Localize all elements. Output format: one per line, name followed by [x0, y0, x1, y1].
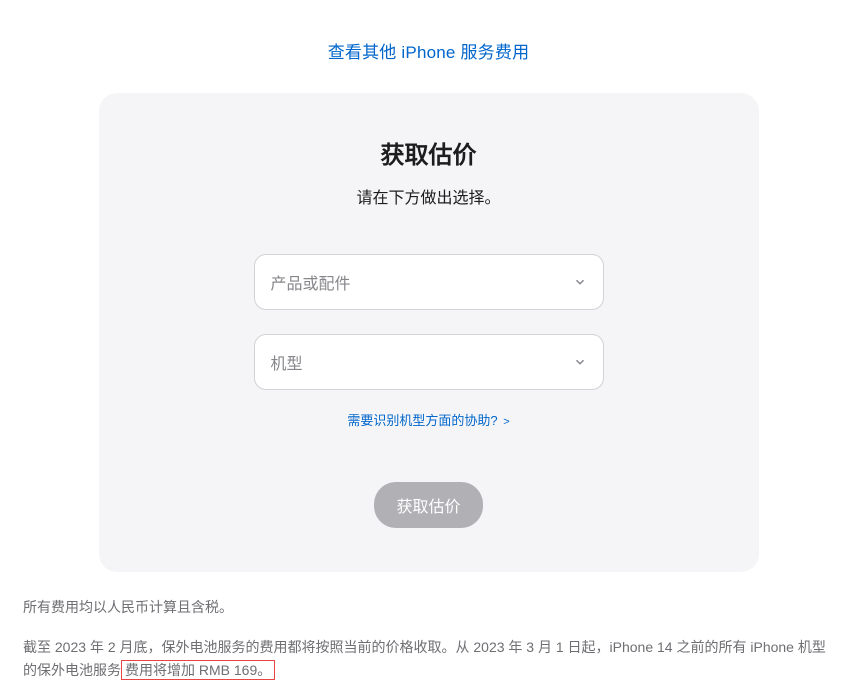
help-link-container: 需要识别机型方面的协助? > — [129, 410, 729, 430]
model-select[interactable]: 机型 — [254, 334, 604, 390]
estimate-card: 获取估价 请在下方做出选择。 产品或配件 机型 需要识别机型方面的协助? > — [99, 93, 759, 572]
model-select-placeholder: 机型 — [271, 350, 303, 374]
product-select-placeholder: 产品或配件 — [271, 270, 351, 294]
footer-note-price-change: 截至 2023 年 2 月底，保外电池服务的费用都将按照当前的价格收取。从 20… — [23, 636, 834, 681]
get-estimate-button[interactable]: 获取估价 — [374, 482, 482, 528]
card-title: 获取估价 — [129, 135, 729, 170]
identify-model-help-link[interactable]: 需要识别机型方面的协助? > — [347, 413, 509, 428]
top-link-container: 查看其他 iPhone 服务费用 — [0, 0, 857, 93]
other-services-link[interactable]: 查看其他 iPhone 服务费用 — [328, 43, 530, 62]
card-subtitle: 请在下方做出选择。 — [129, 184, 729, 208]
footer-note-currency: 所有费用均以人民币计算且含税。 — [23, 596, 834, 618]
chevron-right-icon: > — [503, 416, 509, 428]
product-select[interactable]: 产品或配件 — [254, 254, 604, 310]
chevron-down-icon — [573, 355, 587, 369]
model-select-wrap: 机型 — [254, 334, 604, 390]
chevron-down-icon — [573, 275, 587, 289]
help-link-text: 需要识别机型方面的协助? — [347, 413, 497, 428]
product-select-wrap: 产品或配件 — [254, 254, 604, 310]
footer-notes: 所有费用均以人民币计算且含税。 截至 2023 年 2 月底，保外电池服务的费用… — [11, 596, 846, 681]
